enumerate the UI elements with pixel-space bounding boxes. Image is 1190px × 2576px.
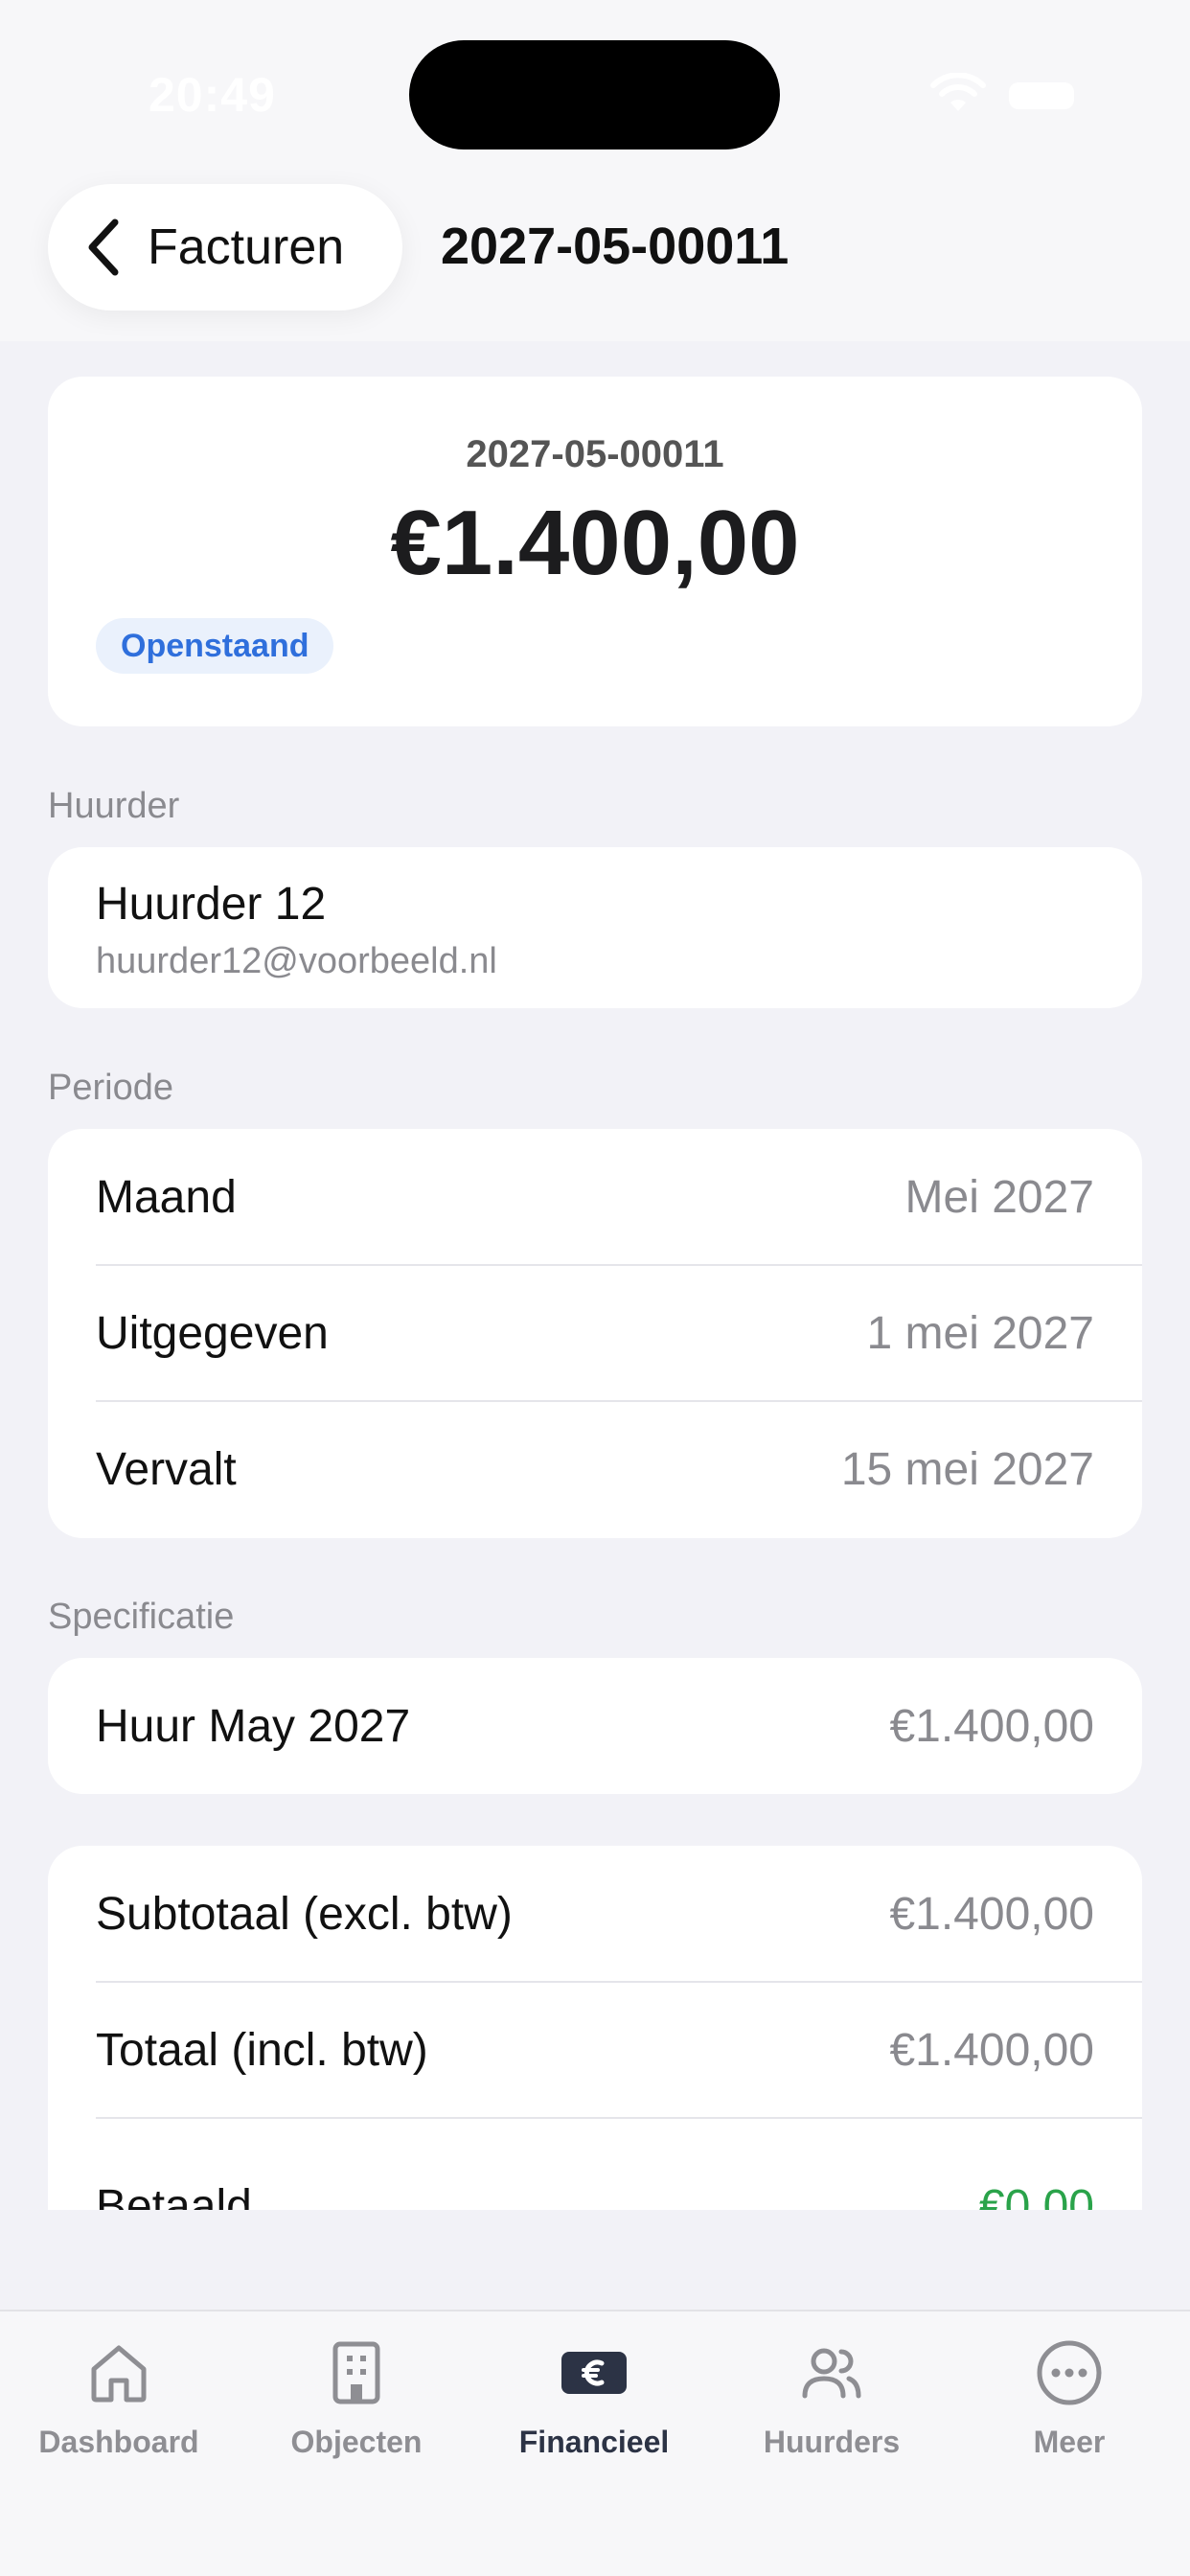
people-icon: [802, 2348, 861, 2399]
chevron-left-icon: [88, 218, 119, 276]
invoice-number: 2027-05-00011: [466, 433, 724, 475]
tab-label: Meer: [1033, 2425, 1106, 2459]
row-value: 1 mei 2027: [866, 1307, 1095, 1359]
row-value: 15 mei 2027: [840, 1443, 1094, 1495]
tab-label: Objecten: [290, 2425, 423, 2459]
battery-icon: [1009, 82, 1074, 109]
scroll-clip: [0, 2210, 1190, 2310]
invoice-amount: €1.400,00: [390, 492, 800, 594]
tab-financieel[interactable]: Financieel: [475, 2338, 713, 2492]
row-value: €1.400,00: [889, 2024, 1094, 2076]
section-label-tenant: Huurder: [48, 786, 180, 826]
back-button[interactable]: Facturen: [48, 184, 402, 310]
row-label: Huur May 2027: [96, 1700, 411, 1752]
tenant-email: huurder12@voorbeeld.nl: [96, 941, 497, 981]
tab-bar: Dashboard Objecten Financieel Huurders M…: [0, 2310, 1190, 2576]
row-label: Maand: [96, 1171, 237, 1223]
period-row-month: Maand Mei 2027: [48, 1129, 1142, 1265]
section-label-period: Periode: [48, 1068, 173, 1108]
tab-label: Financieel: [518, 2425, 670, 2459]
tab-label: Huurders: [763, 2425, 901, 2459]
status-time: 20:49: [149, 68, 276, 122]
row-label: Uitgegeven: [96, 1307, 329, 1359]
page-title: 2027-05-00011: [441, 218, 790, 275]
row-label: Totaal (incl. btw): [96, 2024, 428, 2076]
row-value: €1.400,00: [889, 1888, 1094, 1940]
wifi-icon: [930, 73, 986, 111]
totals-row-total: Totaal (incl. btw) €1.400,00: [48, 1982, 1142, 2118]
row-value: Mei 2027: [904, 1171, 1094, 1223]
building-icon: [332, 2341, 380, 2404]
row-label: Vervalt: [96, 1443, 237, 1495]
house-icon: [91, 2345, 147, 2403]
tab-dashboard[interactable]: Dashboard: [0, 2338, 238, 2492]
back-label: Facturen: [148, 219, 345, 275]
tab-huurders[interactable]: Huurders: [713, 2338, 950, 2492]
row-label: Subtotaal (excl. btw): [96, 1888, 513, 1940]
totals-row-subtotal: Subtotaal (excl. btw) €1.400,00: [48, 1846, 1142, 1982]
more-icon: [1037, 2340, 1102, 2405]
row-value: €1.400,00: [889, 1700, 1094, 1752]
status-bar: 20:49: [0, 0, 1190, 182]
period-row-due: Vervalt 15 mei 2027: [48, 1401, 1142, 1537]
period-row-issued: Uitgegeven 1 mei 2027: [48, 1265, 1142, 1401]
specification-row: Huur May 2027 €1.400,00: [48, 1658, 1142, 1794]
section-label-specification: Specificatie: [48, 1597, 235, 1637]
tenant-name: Huurder 12: [96, 879, 327, 930]
tab-meer[interactable]: Meer: [950, 2338, 1188, 2492]
euro-icon: [561, 2352, 627, 2394]
dynamic-island: [409, 40, 780, 150]
tab-label: Dashboard: [38, 2425, 199, 2459]
tab-objecten[interactable]: Objecten: [238, 2338, 475, 2492]
status-badge: Openstaand: [96, 618, 334, 674]
